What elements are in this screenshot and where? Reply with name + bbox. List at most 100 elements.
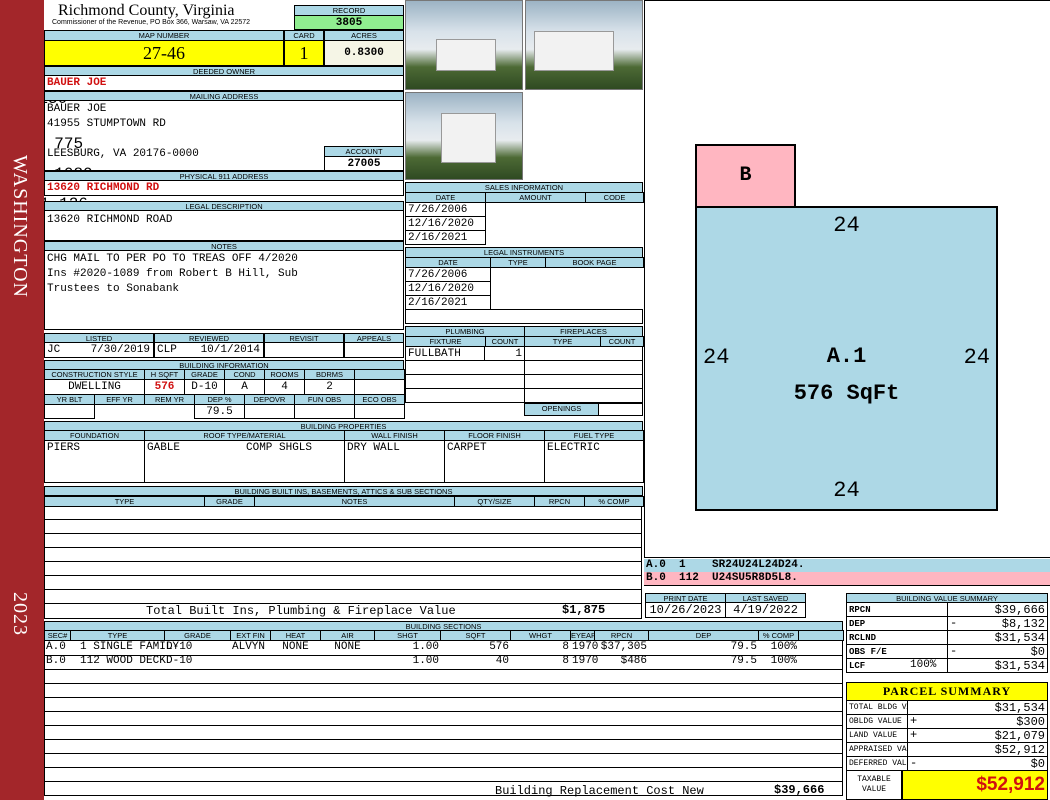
replacement-label: Building Replacement Cost New [495, 784, 704, 798]
builtins-row[interactable] [44, 506, 642, 520]
building-info-value: A [224, 379, 265, 395]
page-title: Richmond County, Virginia [58, 2, 235, 19]
instruments-row: 7/26/2006 [405, 267, 491, 282]
building-info-value [354, 379, 405, 395]
plumbing-row [405, 374, 525, 389]
properties-value: DRY WALL [344, 440, 445, 483]
openings-label: OPENINGS [524, 403, 599, 416]
taxable-label: TAXABLE VALUE [846, 770, 902, 800]
print-date: 10/26/2023 [645, 602, 726, 618]
sales-row: 7/26/2006 [405, 202, 486, 217]
sections-row[interactable] [44, 669, 843, 684]
parcel-label-obldg: OBLDG VALUE [846, 714, 908, 729]
bvs-value-lcf: $31,534 [947, 658, 1048, 673]
parcel-value-appraised: $52,912 [907, 742, 1048, 757]
sales-header: CODE [585, 192, 644, 203]
builtins-label: BUILDING BUILT INS, BASEMENTS, ATTICS & … [44, 486, 643, 496]
roof-material: COMP SHGLS [246, 442, 313, 454]
builtins-row[interactable] [44, 562, 642, 576]
sales-row: 2/16/2021 [405, 230, 486, 245]
note-line: Ins #2020-1089 from Robert B Hill, Sub [47, 268, 298, 280]
parcel-summary-label: PARCEL SUMMARY [846, 682, 1048, 701]
properties-value: GABLE [144, 440, 345, 483]
bvs-value-dep: $8,132 [947, 616, 1048, 631]
county-name: WASHINGTON [9, 155, 31, 298]
mailing-line: BAUER JOE [47, 103, 107, 115]
sections-header: SQFT [440, 630, 511, 641]
sections-header: % COMP [758, 630, 799, 641]
sections-row[interactable] [44, 683, 843, 698]
listed-date: 7/30/2019 [90, 344, 150, 356]
sections-row[interactable] [44, 739, 843, 754]
bvs-sign: - [950, 644, 958, 658]
builtins-row[interactable] [44, 548, 642, 562]
taxable-value: $52,912 [902, 770, 1048, 800]
building-info-header: EFF YR [94, 394, 145, 405]
building-info-value [44, 404, 95, 419]
bvs-label-obs: OBS F/E [846, 644, 948, 659]
parcel-value-obldg: $300 [907, 714, 1048, 729]
bvs-label-rpcn: RPCN [846, 602, 948, 617]
sections-row[interactable] [44, 641, 843, 656]
sections-header: AIR [320, 630, 375, 641]
sketch-area[interactable]: B 24 24 24 24 A.1 576 SqFt [644, 0, 1050, 558]
mailing-line: 41955 STUMPTOWN RD [47, 118, 166, 130]
sales-row: 12/16/2020 [405, 216, 486, 231]
builtins-total-label: Total Built Ins, Plumbing & Fireplace Va… [146, 604, 456, 618]
sections-header: WHGT [510, 630, 571, 641]
area-label: A.1 [826, 344, 867, 369]
parcel-sign: + [910, 714, 918, 728]
properties-value: ELECTRIC [544, 440, 644, 483]
fireplace-row [524, 374, 643, 389]
parcel-value-land: $21,079 [907, 728, 1048, 743]
bvs-sign: - [950, 616, 958, 630]
tax-year: 2023 [9, 592, 31, 636]
bvs-value-obs: $0 [947, 644, 1048, 659]
instruments-header: TYPE [490, 257, 546, 268]
sketch-legend-b: B.0 112 U24SU5R8D5L8. [644, 572, 1050, 586]
builtins-total-value: $1,875 [562, 603, 606, 617]
note-line: Trustees to Sonabank [47, 283, 180, 295]
building-info-value: 4 [264, 379, 305, 395]
revisit-value [264, 342, 344, 358]
county-sidebar: WASHINGTON 2023 [0, 0, 44, 800]
plumbing-fixture: FULLBATH [405, 346, 485, 361]
building-info-header: REM YR [144, 394, 195, 405]
page-subtitle: Commissioner of the Revenue, PO Box 366,… [52, 19, 251, 26]
sections-header: SHGT [374, 630, 441, 641]
building-info-value: 576 [144, 379, 185, 395]
fireplace-row [524, 360, 643, 375]
fireplace-row [524, 388, 643, 403]
sections-row[interactable] [44, 767, 843, 782]
sketch-area-b[interactable]: B [695, 144, 796, 208]
bvs-label-rclnd: RCLND [846, 630, 948, 645]
appeals-value [344, 342, 404, 358]
sketch-area-a[interactable]: 24 24 24 24 A.1 576 SqFt [695, 206, 998, 511]
openings-value [598, 403, 643, 416]
instruments-row: 2/16/2021 [405, 295, 491, 310]
sections-row[interactable] [44, 781, 843, 796]
properties-value: PIERS [44, 440, 145, 483]
builtins-row[interactable] [44, 520, 642, 534]
legal-description: 13620 RICHMOND ROAD [44, 210, 404, 241]
plumbing-row [405, 388, 525, 403]
property-photo [525, 0, 643, 90]
deeded-owner: BAUER JOE [44, 75, 404, 91]
building-info-value: DWELLING [44, 379, 145, 395]
sections-row[interactable] [44, 697, 843, 712]
sections-header [798, 630, 844, 641]
sections-row[interactable] [44, 753, 843, 768]
sections-header: HEAT [270, 630, 321, 641]
builtins-row[interactable] [44, 534, 642, 548]
building-info-value: 2 [304, 379, 355, 395]
properties-value: CARPET [444, 440, 545, 483]
builtins-row[interactable] [44, 590, 642, 604]
sections-row[interactable] [44, 655, 843, 670]
sections-header: DEP [648, 630, 759, 641]
sections-row[interactable] [44, 711, 843, 726]
sections-row[interactable] [44, 725, 843, 740]
parcel-label-total_bldg: TOTAL BLDG VALUE [846, 700, 908, 715]
builtins-row[interactable] [44, 576, 642, 590]
physical-address: 13620 RICHMOND RD [44, 180, 404, 196]
building-info-value [354, 404, 405, 419]
